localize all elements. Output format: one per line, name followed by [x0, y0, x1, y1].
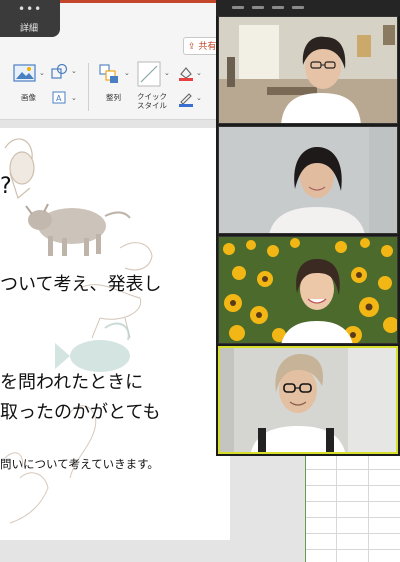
fill-color-chevron-down-icon[interactable]: ⌄: [196, 69, 202, 77]
sheet-gridline: [306, 501, 400, 502]
participant-video-tile-4-active-speaker[interactable]: [218, 346, 398, 454]
arrange-icon[interactable]: [98, 63, 120, 85]
more-options-icon: •••: [18, 2, 43, 16]
quick-style-chevron-down-icon[interactable]: ⌄: [164, 69, 170, 77]
gallery-top-bar-indicator: [232, 6, 244, 9]
image-icon[interactable]: [13, 63, 37, 83]
participant-video-2: [219, 127, 397, 233]
gallery-top-bar: [216, 0, 400, 16]
slide[interactable]: ? ついて考え、発表し を問われたときに 取ったのかがとても 問いについて考えて…: [0, 128, 230, 540]
gallery-top-bar-indicator: [272, 6, 284, 9]
slide-text-line-2: ついて考え、発表し: [0, 274, 162, 295]
shapes-icon[interactable]: [51, 63, 69, 79]
sheet-gridline: [306, 469, 400, 470]
sheet-gridline: [336, 455, 337, 562]
fill-color-icon[interactable]: [178, 65, 194, 81]
arrange-chevron-down-icon[interactable]: ⌄: [124, 69, 130, 77]
quick-style-label-line2: スタイル: [137, 101, 167, 110]
sheet-gridline: [306, 533, 400, 534]
slide-text-line-3: を問われたときに: [0, 372, 144, 393]
slide-text-line-5: 問いについて考えていきます。: [0, 457, 159, 471]
participant-video-tile-2[interactable]: [218, 126, 398, 234]
ribbon-separator: [88, 63, 89, 111]
zoom-gallery-view: [216, 0, 400, 456]
participant-video-tile-3[interactable]: [218, 236, 398, 344]
textbox-icon[interactable]: A: [52, 91, 66, 104]
slide-text-line-1: ?: [0, 174, 12, 199]
sheet-gridline: [368, 455, 369, 562]
image-button-label: 画像: [21, 93, 36, 102]
svg-text:A: A: [56, 94, 62, 103]
participant-video-4: [220, 348, 396, 452]
sheet-gridline: [306, 517, 400, 518]
share-icon: ⇪: [188, 42, 196, 52]
details-label: 詳細: [20, 24, 39, 34]
line-color-icon[interactable]: [178, 91, 194, 107]
sheet-gridline: [306, 485, 400, 486]
gallery-top-bar-indicator: [252, 6, 264, 9]
spreadsheet-window[interactable]: [305, 455, 400, 562]
shapes-chevron-down-icon[interactable]: ⌄: [71, 67, 77, 75]
line-color-chevron-down-icon[interactable]: ⌄: [196, 94, 202, 102]
participant-video-tile-1[interactable]: [218, 16, 398, 124]
participant-video-1: [219, 17, 397, 123]
zodiac-illustrations: [4, 138, 153, 524]
participant-video-3: [219, 237, 397, 343]
zoom-details-button[interactable]: ••• 詳細: [0, 0, 60, 37]
sheet-gridline: [306, 549, 400, 550]
quick-style-icon[interactable]: [137, 61, 161, 87]
gallery-top-bar-indicator: [292, 6, 304, 9]
arrange-button-label: 整列: [106, 93, 121, 102]
image-chevron-down-icon[interactable]: ⌄: [39, 69, 45, 77]
share-label: 共有: [198, 42, 217, 52]
textbox-chevron-down-icon[interactable]: ⌄: [71, 94, 77, 102]
slide-text-line-4: 取ったのかがとても: [0, 402, 161, 423]
